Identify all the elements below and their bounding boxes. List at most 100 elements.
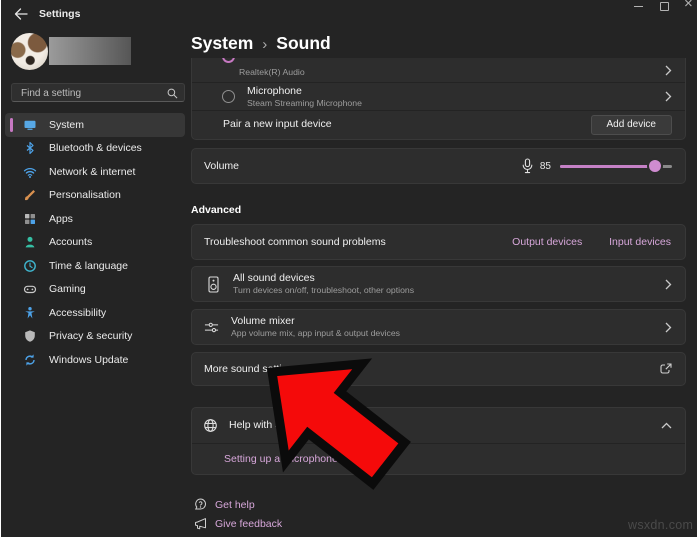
close-button[interactable]: ×	[684, 0, 693, 11]
microphone-row[interactable]: Microphone Steam Streaming Microphone	[192, 82, 685, 110]
minimize-button[interactable]	[634, 6, 643, 7]
sidebar-item-system[interactable]: System	[5, 113, 185, 137]
sidebar-item-windows-update[interactable]: Windows Update	[5, 348, 185, 372]
get-help-row[interactable]: Get help	[194, 498, 255, 511]
sidebar-item-label: Windows Update	[49, 354, 128, 366]
sidebar-item-label: Time & language	[49, 260, 128, 272]
speaker-device-icon	[206, 276, 221, 293]
system-icon	[23, 118, 37, 132]
output-devices-link[interactable]: Output devices	[512, 236, 582, 248]
chevron-right-icon	[665, 91, 672, 102]
user-avatar[interactable]	[11, 33, 48, 70]
sidebar-nav: System Bluetooth & devices Network & int…	[5, 113, 185, 372]
troubleshoot-label: Troubleshoot common sound problems	[204, 236, 386, 249]
chevron-up-icon	[661, 422, 672, 429]
feedback-megaphone-icon	[194, 517, 207, 530]
mixer-sliders-icon	[204, 319, 219, 336]
page-title: Sound	[276, 33, 330, 53]
radio-selected-icon[interactable]	[222, 58, 235, 63]
external-link-icon	[660, 363, 672, 375]
microphone-title: Microphone	[247, 85, 362, 98]
sidebar-item-label: Privacy & security	[49, 330, 132, 342]
apps-grid-icon	[23, 212, 37, 226]
sidebar-item-label: Gaming	[49, 283, 86, 295]
sidebar-item-time-language[interactable]: Time & language	[5, 254, 185, 278]
shield-icon	[23, 329, 37, 343]
all-sound-devices-row[interactable]: All sound devices Turn devices on/off, t…	[191, 266, 686, 302]
chevron-right-icon	[665, 322, 672, 333]
search-input[interactable]	[19, 85, 163, 102]
gamepad-icon	[23, 282, 37, 296]
volume-card: Volume 85	[191, 148, 686, 184]
user-name-redacted	[49, 37, 131, 65]
help-card-header[interactable]: Help with Sound	[192, 408, 685, 443]
settings-window: Settings × System Bl	[1, 0, 697, 537]
sidebar-item-label: Personalisation	[49, 189, 121, 201]
volume-mixer-subtitle: App volume mix, app input & output devic…	[231, 328, 400, 339]
clock-icon	[23, 259, 37, 273]
get-help-link[interactable]: Get help	[215, 499, 255, 511]
microphone-icon	[521, 158, 534, 174]
web-globe-icon	[203, 418, 218, 433]
window-title: Settings	[39, 8, 80, 20]
bluetooth-icon	[23, 141, 37, 155]
volume-slider-thumb[interactable]	[649, 160, 661, 172]
radio-unselected-icon[interactable]	[222, 90, 235, 103]
volume-mixer-row[interactable]: Volume mixer App volume mix, app input &…	[191, 309, 686, 345]
more-sound-settings-label: More sound settings	[204, 363, 299, 376]
volume-label: Volume	[204, 160, 239, 173]
update-arrows-icon	[23, 353, 37, 367]
arrow-left-icon	[14, 7, 28, 21]
wifi-icon	[23, 165, 37, 179]
pair-device-label: Pair a new input device	[223, 118, 332, 131]
sidebar-item-label: Accessibility	[49, 307, 106, 319]
more-sound-settings-row[interactable]: More sound settings	[191, 352, 686, 386]
sidebar-item-personalisation[interactable]: Personalisation	[5, 184, 185, 208]
output-device-row[interactable]: Realtek(R) Audio	[192, 58, 685, 82]
search-icon[interactable]	[167, 88, 178, 99]
output-device-subtitle: Realtek(R) Audio	[239, 67, 305, 78]
paintbrush-icon	[23, 188, 37, 202]
sidebar-item-label: System	[49, 119, 84, 131]
sidebar-item-bluetooth[interactable]: Bluetooth & devices	[5, 137, 185, 161]
help-card: Help with Sound Setting up a microphone	[191, 407, 686, 475]
give-feedback-row[interactable]: Give feedback	[194, 517, 282, 530]
microphone-subtitle: Steam Streaming Microphone	[247, 98, 362, 109]
search-box[interactable]	[11, 83, 185, 102]
sidebar-item-apps[interactable]: Apps	[5, 207, 185, 231]
give-feedback-link[interactable]: Give feedback	[215, 518, 282, 530]
sidebar-item-label: Apps	[49, 213, 73, 225]
breadcrumb-system[interactable]: System	[191, 33, 253, 53]
back-button[interactable]	[14, 7, 28, 21]
sidebar-item-label: Accounts	[49, 236, 92, 248]
sidebar-item-label: Bluetooth & devices	[49, 142, 142, 154]
breadcrumb-separator-icon: ›	[262, 36, 267, 53]
troubleshoot-card: Troubleshoot common sound problems Outpu…	[191, 224, 686, 260]
input-devices-link[interactable]: Input devices	[609, 236, 671, 248]
volume-value: 85	[540, 161, 551, 172]
breadcrumb: System › Sound	[191, 33, 331, 54]
help-link-row: Setting up a microphone	[192, 443, 685, 474]
chevron-right-icon	[665, 65, 672, 76]
chevron-right-icon	[665, 279, 672, 290]
add-device-button[interactable]: Add device	[591, 115, 672, 135]
watermark-text: wsxdn.com	[628, 518, 693, 532]
pair-device-row: Pair a new input device Add device	[192, 110, 685, 138]
advanced-section-label: Advanced	[191, 204, 241, 216]
setting-up-microphone-link[interactable]: Setting up a microphone	[224, 453, 338, 465]
sidebar-item-gaming[interactable]: Gaming	[5, 278, 185, 302]
device-list-card: Realtek(R) Audio Microphone Steam Stream…	[191, 58, 686, 140]
maximize-button[interactable]	[660, 2, 669, 11]
volume-mixer-title: Volume mixer	[231, 315, 400, 328]
volume-slider[interactable]	[560, 165, 672, 168]
all-sound-devices-subtitle: Turn devices on/off, troubleshoot, other…	[233, 285, 414, 296]
help-card-title: Help with Sound	[229, 419, 305, 432]
sidebar-item-accessibility[interactable]: Accessibility	[5, 301, 185, 325]
volume-slider-fill	[560, 165, 655, 168]
screenshot-root: Settings × System Bl	[0, 0, 700, 544]
sidebar-item-privacy[interactable]: Privacy & security	[5, 325, 185, 349]
sidebar-item-network[interactable]: Network & internet	[5, 160, 185, 184]
sidebar-item-accounts[interactable]: Accounts	[5, 231, 185, 255]
all-sound-devices-title: All sound devices	[233, 272, 414, 285]
sidebar-item-label: Network & internet	[49, 166, 135, 178]
